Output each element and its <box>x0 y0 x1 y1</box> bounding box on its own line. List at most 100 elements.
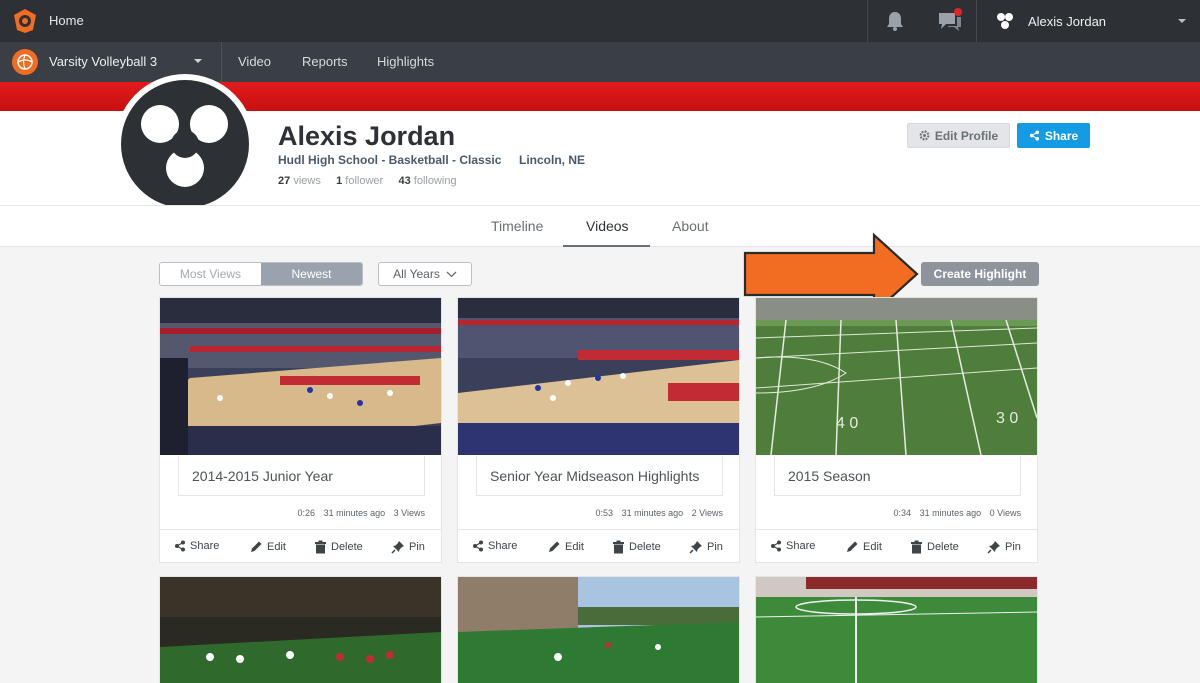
edit-button[interactable]: Edit <box>547 540 584 554</box>
video-views: 0 Views <box>989 508 1021 518</box>
team-selector[interactable]: Varsity Volleyball 3 <box>49 54 157 69</box>
video-duration: 0:26 <box>297 508 316 518</box>
pencil-icon <box>251 541 262 552</box>
following-label[interactable]: following <box>414 175 457 187</box>
profile-avatar <box>115 74 255 214</box>
share-button[interactable]: Share <box>770 540 815 552</box>
title-box: Senior Year Midseason Highlights <box>476 456 723 496</box>
year-filter-dropdown[interactable]: All Years <box>378 262 472 286</box>
video-thumbnail[interactable] <box>160 298 441 455</box>
video-card[interactable] <box>457 576 740 683</box>
share-button[interactable]: Share <box>472 540 517 552</box>
views-label: views <box>293 175 321 187</box>
year-filter-label: All Years <box>393 267 440 281</box>
followers-count: 1 <box>336 175 343 187</box>
video-card[interactable]: 4 0 3 0 2015 Season 0:34 31 minutes ago … <box>755 297 1038 563</box>
video-thumbnail[interactable] <box>160 577 441 683</box>
tab-timeline[interactable]: Timeline <box>491 218 543 234</box>
divider <box>867 0 868 42</box>
pin-label: Pin <box>1005 541 1021 553</box>
profile-location: Lincoln, NE <box>519 153 585 167</box>
title-box: 2015 Season <box>774 456 1021 496</box>
pencil-icon <box>847 541 858 552</box>
notification-dot <box>954 8 962 16</box>
card-actions: Share Edit Delete Pin <box>756 529 1037 562</box>
title-box: 2014-2015 Junior Year <box>178 456 425 496</box>
video-thumbnail[interactable]: 4 0 3 0 <box>756 298 1037 455</box>
hudl-logo-icon[interactable] <box>12 8 38 34</box>
pin-button[interactable]: Pin <box>391 540 425 554</box>
video-meta: 0:26 31 minutes ago 3 Views <box>292 508 425 518</box>
profile-stats: 27 views 1 follower 43 following <box>278 175 457 187</box>
delete-button[interactable]: Delete <box>612 540 661 554</box>
video-card[interactable]: 2014-2015 Junior Year 0:26 31 minutes ag… <box>159 297 442 563</box>
share-profile-button[interactable]: Share <box>1017 123 1090 148</box>
share-label: Share <box>190 540 220 552</box>
edit-button[interactable]: Edit <box>249 540 286 554</box>
tab-about[interactable]: About <box>672 218 709 234</box>
video-card[interactable]: Senior Year Midseason Highlights 0:53 31… <box>457 297 740 563</box>
delete-button[interactable]: Delete <box>314 540 363 554</box>
nav-video[interactable]: Video <box>238 54 271 69</box>
create-highlight-button[interactable]: Create Highlight <box>921 262 1039 286</box>
pin-icon <box>391 541 404 554</box>
edit-profile-label: Edit Profile <box>934 128 999 143</box>
share-label: Share <box>786 540 816 552</box>
nav-reports[interactable]: Reports <box>302 54 348 69</box>
edit-label: Edit <box>565 541 584 553</box>
nav-highlights[interactable]: Highlights <box>377 54 434 69</box>
followers-label[interactable]: follower <box>345 175 383 187</box>
volleyball-icon[interactable] <box>12 49 38 75</box>
following-count: 43 <box>398 175 411 187</box>
pin-label: Pin <box>409 541 425 553</box>
top-bar: Home Alexis Jordan <box>0 0 1200 42</box>
video-thumbnail[interactable] <box>458 298 739 455</box>
tab-videos[interactable]: Videos <box>586 218 629 234</box>
video-title[interactable]: 2015 Season <box>788 468 871 484</box>
sort-most-views-button[interactable]: Most Views <box>160 263 261 285</box>
pin-button[interactable]: Pin <box>689 540 723 554</box>
video-thumbnail[interactable] <box>756 577 1037 683</box>
sort-newest-button[interactable]: Newest <box>261 263 362 285</box>
video-title[interactable]: 2014-2015 Junior Year <box>192 468 333 484</box>
video-card[interactable] <box>159 576 442 683</box>
edit-button[interactable]: Edit <box>845 540 882 554</box>
chevron-down-icon <box>446 271 457 277</box>
pin-icon <box>987 541 1000 554</box>
edit-profile-button[interactable]: Edit Profile <box>907 123 1010 148</box>
video-title[interactable]: Senior Year Midseason Highlights <box>490 468 699 484</box>
video-meta: 0:34 31 minutes ago 0 Views <box>888 508 1021 518</box>
divider <box>976 0 977 42</box>
video-meta: 0:53 31 minutes ago 2 Views <box>590 508 723 518</box>
video-card[interactable] <box>755 576 1038 683</box>
delete-label: Delete <box>927 541 959 553</box>
video-views: 3 Views <box>393 508 425 518</box>
video-duration: 0:53 <box>595 508 614 518</box>
share-icon <box>771 540 781 552</box>
user-name[interactable]: Alexis Jordan <box>1028 14 1106 29</box>
card-actions: Share Edit Delete Pin <box>458 529 739 562</box>
pencil-icon <box>549 541 560 552</box>
team-caret-icon[interactable] <box>194 59 202 63</box>
profile-name: Alexis Jordan <box>278 121 456 151</box>
share-icon <box>175 540 185 552</box>
user-avatar-icon[interactable] <box>993 9 1017 33</box>
trash-icon <box>315 540 326 554</box>
video-thumbnail[interactable] <box>458 577 739 683</box>
video-time: 31 minutes ago <box>621 508 684 518</box>
share-label: Share <box>488 540 518 552</box>
profile-tabs: Timeline Videos About <box>0 205 1200 247</box>
pin-icon <box>689 541 702 554</box>
delete-label: Delete <box>331 541 363 553</box>
trash-icon <box>911 540 922 554</box>
video-time: 31 minutes ago <box>323 508 386 518</box>
delete-label: Delete <box>629 541 661 553</box>
svg-text:4 0: 4 0 <box>836 415 858 432</box>
pin-button[interactable]: Pin <box>987 540 1021 554</box>
bell-icon[interactable] <box>884 10 906 32</box>
caret-down-icon[interactable] <box>1178 19 1186 23</box>
delete-button[interactable]: Delete <box>910 540 959 554</box>
share-button[interactable]: Share <box>174 540 219 552</box>
svg-text:3 0: 3 0 <box>996 410 1018 427</box>
home-link[interactable]: Home <box>49 13 84 28</box>
